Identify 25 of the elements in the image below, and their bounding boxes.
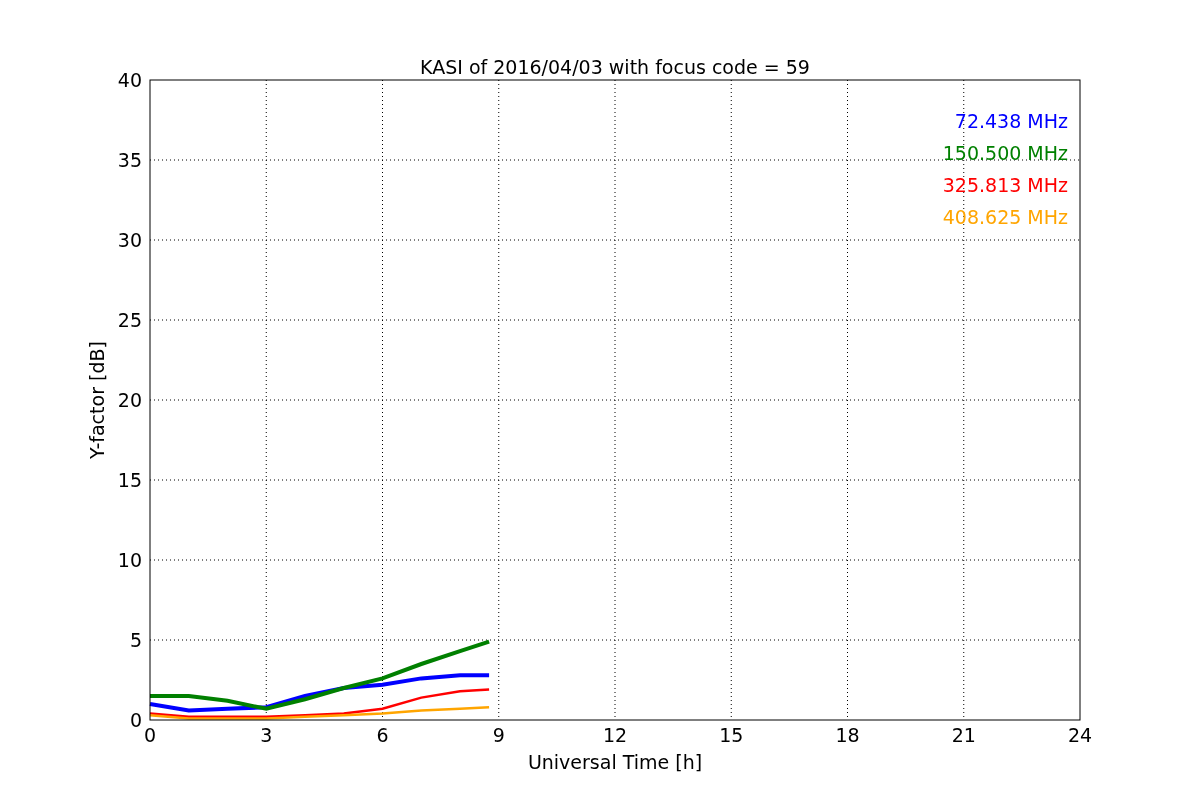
tick-label: 40: [117, 69, 142, 91]
tick-label: 15: [117, 469, 142, 491]
tick-label: 0: [143, 724, 157, 746]
chart-title: KASI of 2016/04/03 with focus code = 59: [420, 56, 810, 78]
tick-label: 20: [117, 389, 142, 411]
legend-label: 408.625 MHz: [942, 206, 1068, 228]
tick-label: 0: [129, 709, 142, 731]
tick-label: 12: [602, 724, 628, 746]
tick-label: 21: [951, 724, 976, 746]
axis-label: Y-factor [dB]: [86, 341, 108, 459]
axis-label: Universal Time [h]: [527, 751, 703, 773]
tick-label: 24: [1067, 724, 1093, 746]
legend-label: 325.813 MHz: [942, 174, 1068, 196]
tick-label: 15: [719, 724, 744, 746]
tick-label: 18: [835, 724, 860, 746]
tick-label: 35: [117, 149, 142, 171]
legend-label: 150.500 MHz: [942, 142, 1068, 164]
tick-label: 3: [260, 724, 273, 746]
tick-label: 10: [117, 549, 142, 571]
tick-label: 5: [129, 629, 142, 651]
tick-label: 9: [492, 724, 505, 746]
tick-label: 30: [117, 229, 142, 251]
tick-label: 25: [117, 309, 142, 331]
legend-label: 72.438 MHz: [954, 110, 1068, 132]
tick-label: 6: [376, 724, 389, 746]
